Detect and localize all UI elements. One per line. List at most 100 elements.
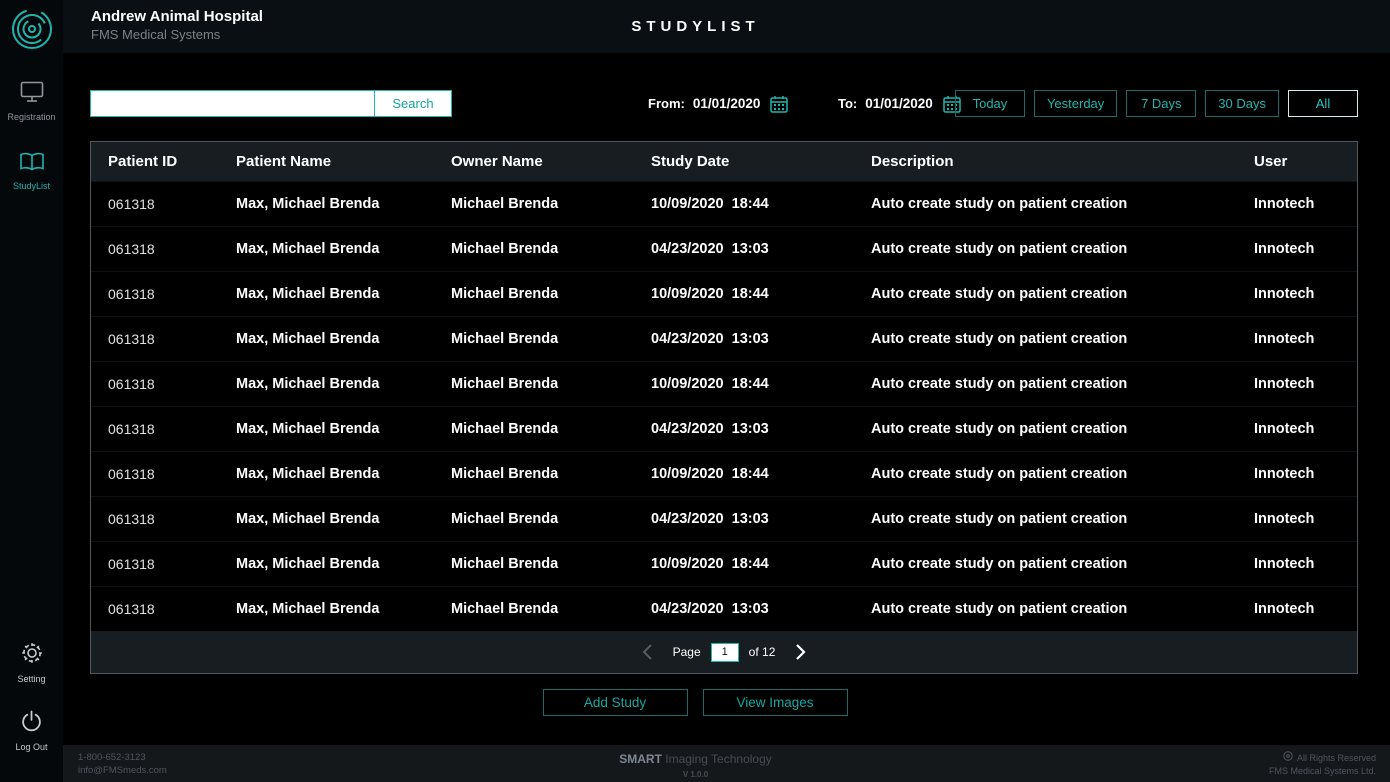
page-title: STUDYLIST — [631, 18, 760, 35]
calendar-icon[interactable] — [770, 95, 789, 113]
study-table: Patient ID Patient Name Owner Name Study Da… — [90, 141, 1358, 674]
cell-description: Auto create study on patient creation — [871, 511, 1128, 527]
total-pages: 12 — [762, 645, 776, 659]
cell-owner-name: Michael Brenda — [451, 466, 559, 482]
search-group: Search — [90, 90, 452, 117]
footer-rights: All Rights Reserved FMS Medical Systems … — [1269, 751, 1376, 778]
page-label: Page — [672, 645, 701, 659]
footer-email: info@FMSmeds.com — [78, 765, 167, 776]
cell-description: Auto create study on patient creation — [871, 421, 1128, 437]
sidebar-item-registration[interactable]: Registration — [7, 81, 56, 122]
cell-study-date: 10/09/2020 18:44 — [651, 376, 769, 392]
cell-patient-id: 061318 — [108, 241, 155, 257]
cell-user: Innotech — [1254, 511, 1315, 527]
search-input[interactable] — [91, 91, 374, 116]
table-row[interactable]: 061318 Max, Michael Brenda Michael Brenda 1… — [91, 361, 1357, 406]
sidebar-item-label: StudyList — [12, 181, 51, 191]
column-header-patient-name: Patient Name — [236, 153, 332, 170]
book-icon — [19, 152, 45, 177]
sidebar-item-studylist[interactable]: StudyList — [13, 152, 50, 191]
from-label: From: — [648, 96, 685, 111]
top-header: Andrew Animal Hospital FMS Medical Syste… — [63, 0, 1390, 53]
hospital-name: Andrew Animal Hospital — [91, 8, 263, 25]
column-header-user: User — [1254, 153, 1288, 170]
table-row[interactable]: 061318 Max, Michael Brenda Michael Brenda 1… — [91, 271, 1357, 316]
fms-logo-icon[interactable] — [11, 8, 53, 55]
cell-patient-name: Max, Michael Brenda — [236, 466, 380, 482]
view-images-button[interactable]: View Images — [702, 689, 848, 716]
footer-brand-tagline: Imaging Technology — [661, 752, 772, 766]
column-header-study-date: Study Date — [651, 153, 730, 170]
cell-patient-name: Max, Michael Brenda — [236, 376, 380, 392]
range-button-7-days[interactable]: 7 Days — [1126, 90, 1197, 117]
table-row[interactable]: 061318 Max, Michael Brenda Michael Brenda 0… — [91, 586, 1357, 631]
search-button[interactable]: Search — [374, 91, 451, 116]
cell-owner-name: Michael Brenda — [451, 286, 559, 302]
range-button-all[interactable]: All — [1288, 90, 1358, 117]
column-header-patient-id: Patient ID — [108, 153, 178, 170]
range-button-today[interactable]: Today — [954, 90, 1025, 117]
cell-patient-name: Max, Michael Brenda — [236, 241, 380, 257]
sidebar-item-label: Registration — [7, 112, 56, 122]
table-header: Patient ID Patient Name Owner Name Study Da… — [91, 142, 1357, 181]
cell-patient-id: 061318 — [108, 601, 155, 617]
table-row[interactable]: 061318 Max, Michael Brenda Michael Brenda 1… — [91, 541, 1357, 586]
cell-description: Auto create study on patient creation — [871, 241, 1128, 257]
cell-description: Auto create study on patient creation — [871, 376, 1128, 392]
sidebar-item-setting[interactable]: Setting — [17, 641, 46, 684]
action-buttons: Add Study View Images — [0, 689, 1390, 716]
cell-description: Auto create study on patient creation — [871, 331, 1128, 347]
page-next-icon[interactable] — [793, 643, 807, 661]
table-row[interactable]: 061318 Max, Michael Brenda Michael Brenda 0… — [91, 226, 1357, 271]
cell-patient-name: Max, Michael Brenda — [236, 421, 380, 437]
cell-user: Innotech — [1254, 556, 1315, 572]
page-number-input[interactable] — [710, 642, 739, 662]
range-button-30-days[interactable]: 30 Days — [1205, 90, 1279, 117]
copyright-icon — [1283, 751, 1293, 765]
cell-user: Innotech — [1254, 466, 1315, 482]
sidebar-item-label: Setting — [17, 674, 46, 684]
cell-description: Auto create study on patient creation — [871, 556, 1128, 572]
column-header-owner-name: Owner Name — [451, 153, 543, 170]
table-row[interactable]: 061318 Max, Michael Brenda Michael Brenda 0… — [91, 496, 1357, 541]
table-row[interactable]: 061318 Max, Michael Brenda Michael Brenda 0… — [91, 316, 1357, 361]
footer-version: V 1.0.0 — [682, 770, 709, 779]
to-date-filter: To: 01/01/2020 — [838, 90, 961, 117]
pagination-bar: Page of 12 — [91, 631, 1357, 673]
range-button-yesterday[interactable]: Yesterday — [1033, 90, 1118, 117]
table-row[interactable]: 061318 Max, Michael Brenda Michael Brenda 0… — [91, 406, 1357, 451]
to-label: To: — [838, 96, 858, 111]
to-date-value[interactable]: 01/01/2020 — [865, 96, 933, 111]
cell-patient-name: Max, Michael Brenda — [236, 556, 380, 572]
cell-study-date: 10/09/2020 18:44 — [651, 466, 769, 482]
footer-brand: SMART Imaging Technology V 1.0.0 — [619, 750, 772, 779]
table-body: 061318 Max, Michael Brenda Michael Brenda 1… — [91, 181, 1357, 631]
monitor-icon — [20, 81, 44, 108]
cell-study-date: 04/23/2020 13:03 — [651, 241, 769, 257]
gear-icon — [20, 641, 44, 670]
cell-patient-name: Max, Michael Brenda — [236, 601, 380, 617]
table-row[interactable]: 061318 Max, Michael Brenda Michael Brenda 1… — [91, 181, 1357, 226]
cell-patient-name: Max, Michael Brenda — [236, 196, 380, 212]
cell-user: Innotech — [1254, 601, 1315, 617]
cell-owner-name: Michael Brenda — [451, 601, 559, 617]
cell-user: Innotech — [1254, 376, 1315, 392]
cell-owner-name: Michael Brenda — [451, 421, 559, 437]
sidebar-item-logout[interactable]: Log Out — [15, 710, 48, 752]
sidebar-bottom: Setting Log Out — [15, 641, 48, 752]
cell-study-date: 10/09/2020 18:44 — [651, 286, 769, 302]
footer-rights-line1: All Rights Reserved — [1296, 752, 1376, 763]
page-prev-icon[interactable] — [641, 643, 655, 661]
hospital-info: Andrew Animal Hospital FMS Medical Syste… — [91, 8, 263, 42]
cell-user: Innotech — [1254, 286, 1315, 302]
add-study-button[interactable]: Add Study — [542, 689, 688, 716]
from-date-value[interactable]: 01/01/2020 — [693, 96, 761, 111]
cell-study-date: 04/23/2020 13:03 — [651, 511, 769, 527]
cell-patient-id: 061318 — [108, 331, 155, 347]
cell-user: Innotech — [1254, 241, 1315, 257]
cell-patient-id: 061318 — [108, 286, 155, 302]
cell-patient-id: 061318 — [108, 466, 155, 482]
cell-owner-name: Michael Brenda — [451, 331, 559, 347]
cell-study-date: 04/23/2020 13:03 — [651, 331, 769, 347]
table-row[interactable]: 061318 Max, Michael Brenda Michael Brenda 1… — [91, 451, 1357, 496]
